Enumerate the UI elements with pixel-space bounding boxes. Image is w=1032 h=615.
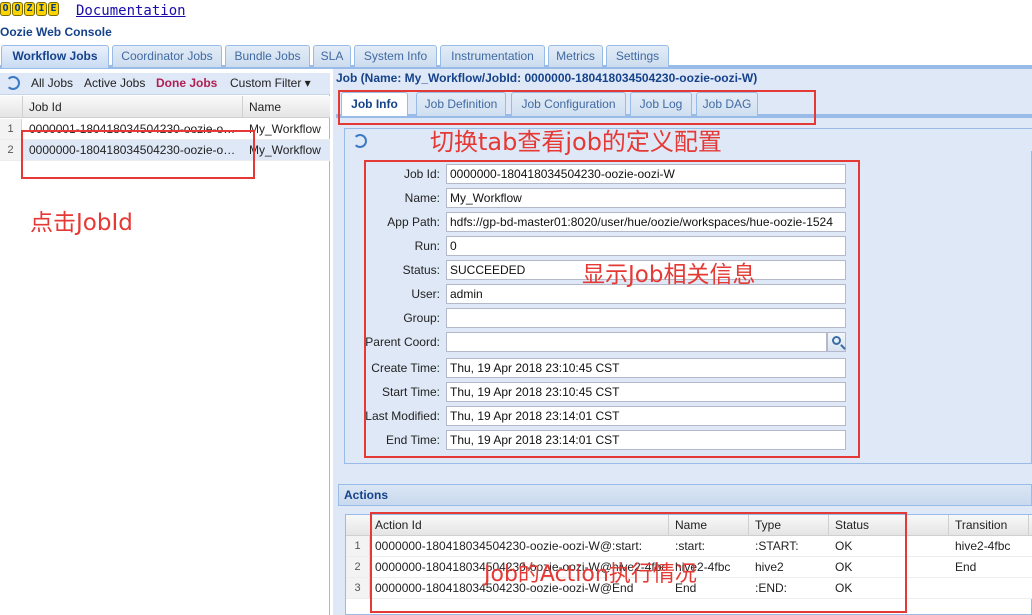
row-number: 1 — [346, 536, 370, 556]
tab-metrics[interactable]: Metrics — [548, 45, 603, 67]
jobs-toolbar: All Jobs Active Jobs Done Jobs Custom Fi… — [0, 73, 330, 95]
tab-sla[interactable]: SLA — [313, 45, 351, 67]
main-tab-bar: Workflow Jobs Coordinator Jobs Bundle Jo… — [0, 43, 1032, 69]
annotation-box-tabs — [338, 90, 816, 125]
active-jobs-button[interactable]: Active Jobs — [84, 76, 145, 90]
annotation-switch-tab: 切换tab查看job的定义配置 — [430, 128, 722, 156]
refresh-icon[interactable] — [353, 134, 367, 148]
tab-workflow-jobs[interactable]: Workflow Jobs — [1, 45, 109, 68]
annotation-box-jobid — [21, 130, 255, 179]
logo-letter: E — [48, 2, 59, 16]
annotation-click-jobid: 点击JobId — [30, 210, 133, 236]
console-title: Oozie Web Console — [0, 25, 112, 39]
actions-panel-header[interactable]: Actions — [338, 484, 1032, 506]
actions-panel-title: Actions — [344, 488, 389, 502]
oozie-logo: O O Z I E — [0, 2, 60, 18]
tab-bundle-jobs[interactable]: Bundle Jobs — [225, 45, 310, 67]
logo-letter: O — [0, 2, 11, 16]
action-transition-cell: hive2-4fbc — [955, 539, 1011, 553]
column-header-transition[interactable]: Transition — [955, 518, 1007, 532]
annotation-box-job-info — [364, 160, 860, 458]
column-header-job-id[interactable]: Job Id — [29, 100, 62, 114]
row-number: 2 — [0, 140, 22, 160]
logo-letter: I — [36, 2, 47, 16]
row-number: 3 — [346, 578, 370, 598]
job-detail-title: Job (Name: My_Workflow/JobId: 0000000-18… — [336, 71, 758, 85]
documentation-link[interactable]: Documentation — [76, 3, 186, 19]
job-name-cell: My_Workflow — [249, 122, 321, 136]
row-number: 1 — [0, 119, 22, 139]
all-jobs-button[interactable]: All Jobs — [31, 76, 73, 90]
logo-letter: O — [12, 2, 23, 16]
tab-coordinator-jobs[interactable]: Coordinator Jobs — [112, 45, 222, 67]
action-transition-cell: End — [955, 560, 977, 574]
column-header-name[interactable]: Name — [249, 100, 281, 114]
tab-settings[interactable]: Settings — [606, 45, 669, 67]
job-name-cell: My_Workflow — [249, 143, 321, 157]
jobs-grid-header: Job Id Name — [0, 96, 330, 118]
annotation-action-status: Job的Action执行情况 — [484, 562, 697, 587]
tab-instrumentation[interactable]: Instrumentation — [440, 45, 545, 67]
done-jobs-button[interactable]: Done Jobs — [156, 76, 217, 90]
refresh-icon[interactable] — [6, 76, 20, 90]
tab-system-info[interactable]: System Info — [354, 45, 437, 67]
custom-filter-dropdown[interactable]: Custom Filter ▾ — [230, 76, 311, 90]
annotation-show-info: 显示Job相关信息 — [582, 262, 756, 288]
logo-letter: Z — [24, 2, 35, 16]
row-number: 2 — [346, 557, 370, 577]
